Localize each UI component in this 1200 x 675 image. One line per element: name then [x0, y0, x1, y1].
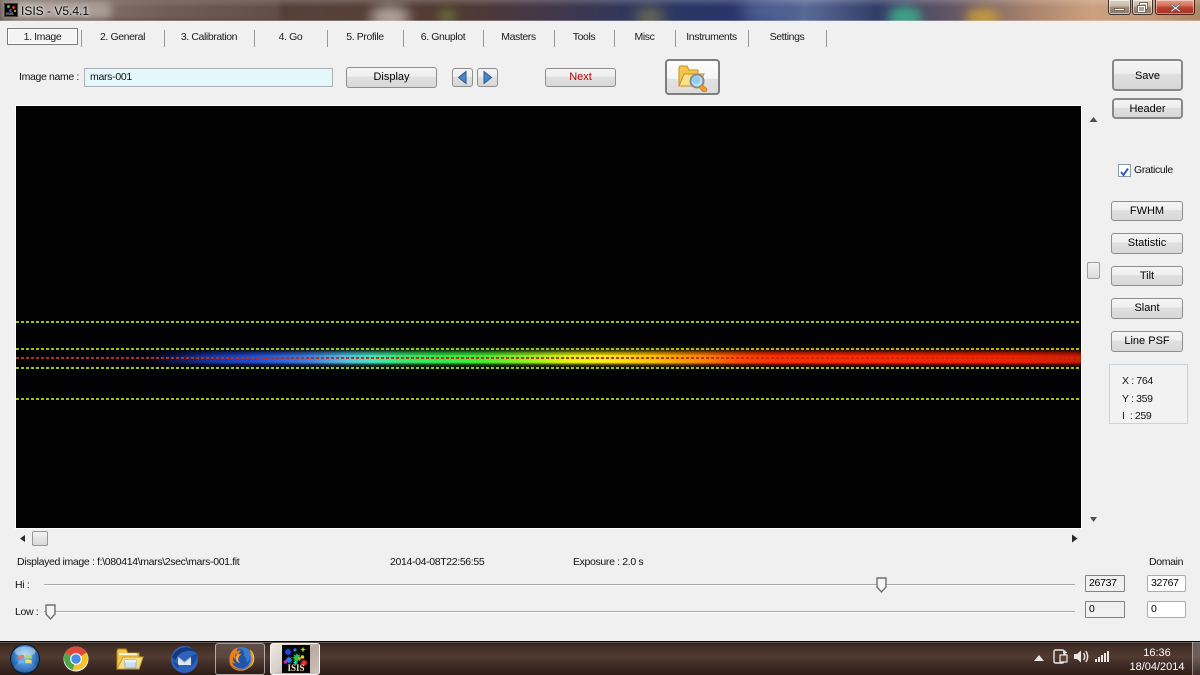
svg-text:ISIS: ISIS — [287, 663, 304, 673]
